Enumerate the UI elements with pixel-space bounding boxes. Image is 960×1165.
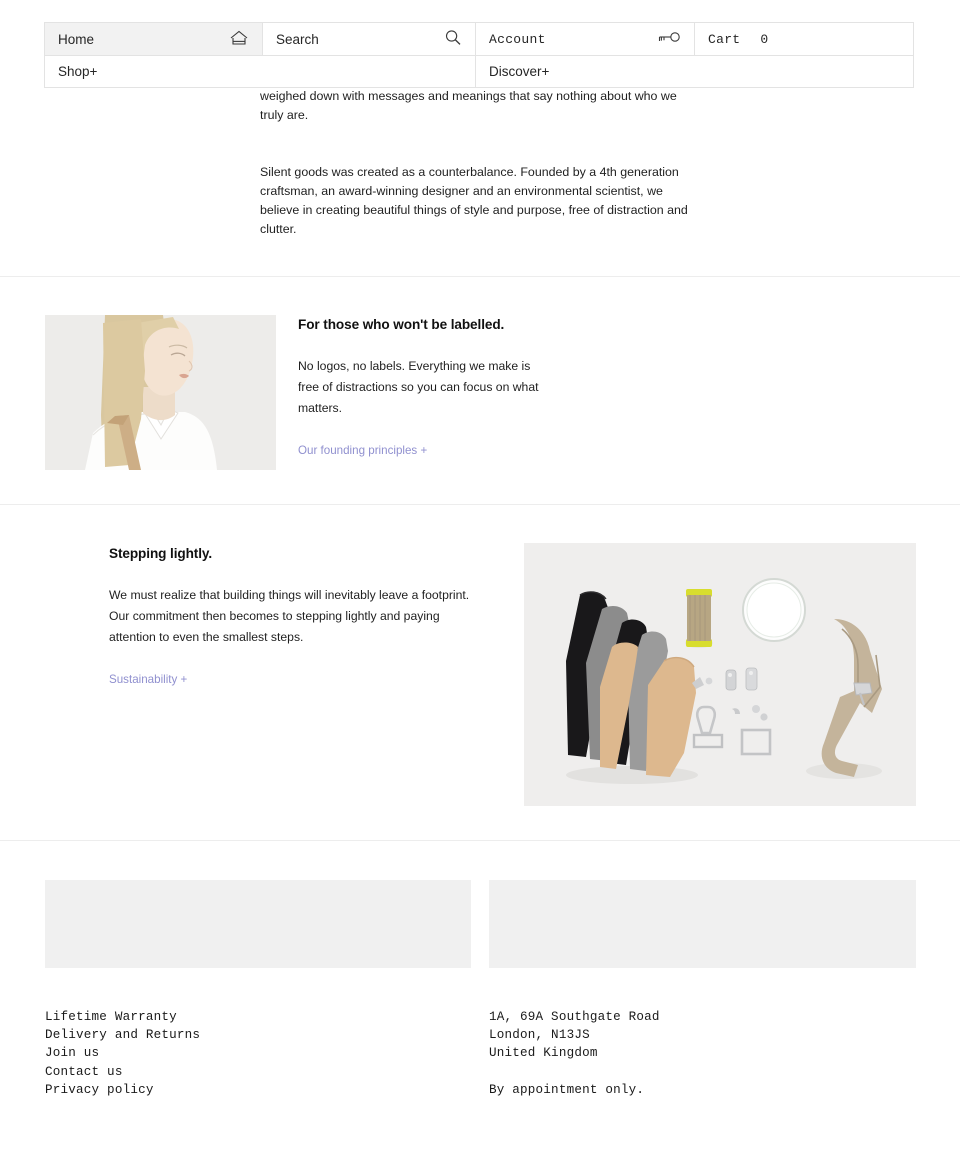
sustainability-copy: Stepping lightly. We must realize that b… [109, 545, 489, 688]
house-icon [229, 30, 249, 49]
section-founding-principles: For those who won't be labelled. No logo… [0, 276, 960, 504]
footer-link-join-us[interactable]: Join us [45, 1044, 200, 1062]
address-line-3: United Kingdom [489, 1046, 598, 1061]
section-body: No logos, no labels. Everything we make … [298, 359, 539, 415]
section-body: We must realize that building things wil… [109, 588, 470, 644]
key-icon [657, 30, 681, 48]
image-placeholder-right[interactable] [489, 880, 916, 968]
sustainability-link[interactable]: Sustainability + [109, 672, 187, 687]
search-input-label: Search [276, 31, 319, 47]
nav-row-secondary: Shop+ Discover+ [45, 56, 913, 87]
address-note: By appointment only. [489, 1082, 645, 1097]
nav-discover-label: Discover+ [489, 64, 550, 79]
site-navigation: Home Search Account Cart 0 Shop+ Discove… [44, 22, 914, 88]
nav-row-primary: Home Search Account Cart 0 [45, 23, 913, 56]
cart-count-badge: 0 [760, 31, 769, 47]
footer-address: 1A, 69A Southgate Road London, N13JS Uni… [489, 1008, 660, 1099]
page-root: Home Search Account Cart 0 Shop+ Discove… [0, 0, 960, 1165]
nav-shop-label: Shop+ [58, 64, 98, 79]
intro-copy: Our lives are full of noise. Practically… [260, 68, 700, 239]
site-footer: Lifetime Warranty Delivery and Returns J… [0, 968, 960, 1165]
nav-item-search[interactable]: Search [263, 23, 476, 55]
section-image-blocks [0, 840, 960, 968]
founding-principles-copy: For those who won't be labelled. No logo… [298, 316, 548, 459]
portrait-photo [45, 315, 276, 470]
founding-principles-link[interactable]: Our founding principles + [298, 443, 427, 458]
image-placeholder-left[interactable] [45, 880, 471, 968]
nav-item-account[interactable]: Account [476, 23, 695, 55]
nav-item-shop[interactable]: Shop+ [45, 56, 476, 87]
address-line-1: 1A, 69A Southgate Road [489, 1010, 660, 1024]
nav-item-cart[interactable]: Cart 0 [695, 23, 913, 55]
address-line-2: London, N13JS [489, 1028, 590, 1043]
footer-link-delivery-and-returns[interactable]: Delivery and Returns [45, 1026, 200, 1044]
nav-home-label: Home [58, 31, 95, 47]
footer-link-privacy-policy[interactable]: Privacy policy [45, 1081, 200, 1099]
search-icon[interactable] [444, 29, 462, 49]
footer-link-list: Lifetime Warranty Delivery and Returns J… [45, 1008, 200, 1099]
nav-cart-label: Cart [708, 31, 741, 47]
intro-paragraph-2: Silent goods was created as a counterbal… [260, 165, 688, 236]
section-heading: For those who won't be labelled. [298, 317, 505, 332]
nav-item-discover[interactable]: Discover+ [476, 56, 913, 87]
materials-flatlay-photo [524, 543, 916, 806]
section-heading: Stepping lightly. [109, 546, 213, 561]
nav-item-home[interactable]: Home [45, 23, 263, 55]
nav-account-label: Account [489, 31, 546, 47]
footer-link-lifetime-warranty[interactable]: Lifetime Warranty [45, 1008, 200, 1026]
footer-link-contact-us[interactable]: Contact us [45, 1063, 200, 1081]
section-sustainability: Stepping lightly. We must realize that b… [0, 504, 960, 840]
